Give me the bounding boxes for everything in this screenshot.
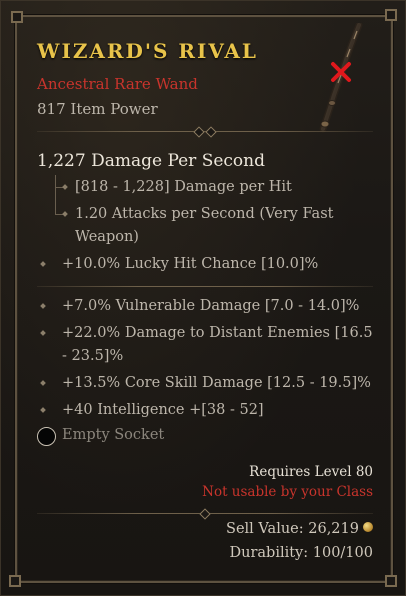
separator (37, 126, 373, 138)
separator (37, 508, 373, 520)
not-usable-x-icon (331, 62, 351, 82)
durability: Durability: 100/100 (229, 545, 374, 561)
empty-socket-label: Empty Socket (62, 427, 165, 443)
wand-icon (319, 23, 363, 133)
class-restriction: Not usable by your Class (202, 484, 373, 500)
item-power: 817 Item Power (37, 100, 158, 118)
item-tooltip: WIZARD'S RIVAL Ancestral Rare Wand 817 I… (0, 0, 406, 596)
socket-icon (37, 427, 56, 446)
gold-coin-icon (363, 522, 373, 532)
item-name: WIZARD'S RIVAL (37, 39, 258, 63)
damage-per-second: 1,227 Damage Per Second (37, 151, 265, 171)
attacks-per-second: 1.20 Attacks per Second (Very Fast (75, 206, 334, 222)
attacks-per-second-cont: Weapon) (75, 229, 139, 245)
item-type: Ancestral Rare Wand (37, 75, 198, 93)
separator (37, 282, 373, 291)
damage-per-hit: [818 - 1,228] Damage per Hit (75, 179, 292, 195)
required-level: Requires Level 80 (249, 464, 373, 480)
sell-value: Sell Value: 26,219 (226, 521, 373, 537)
